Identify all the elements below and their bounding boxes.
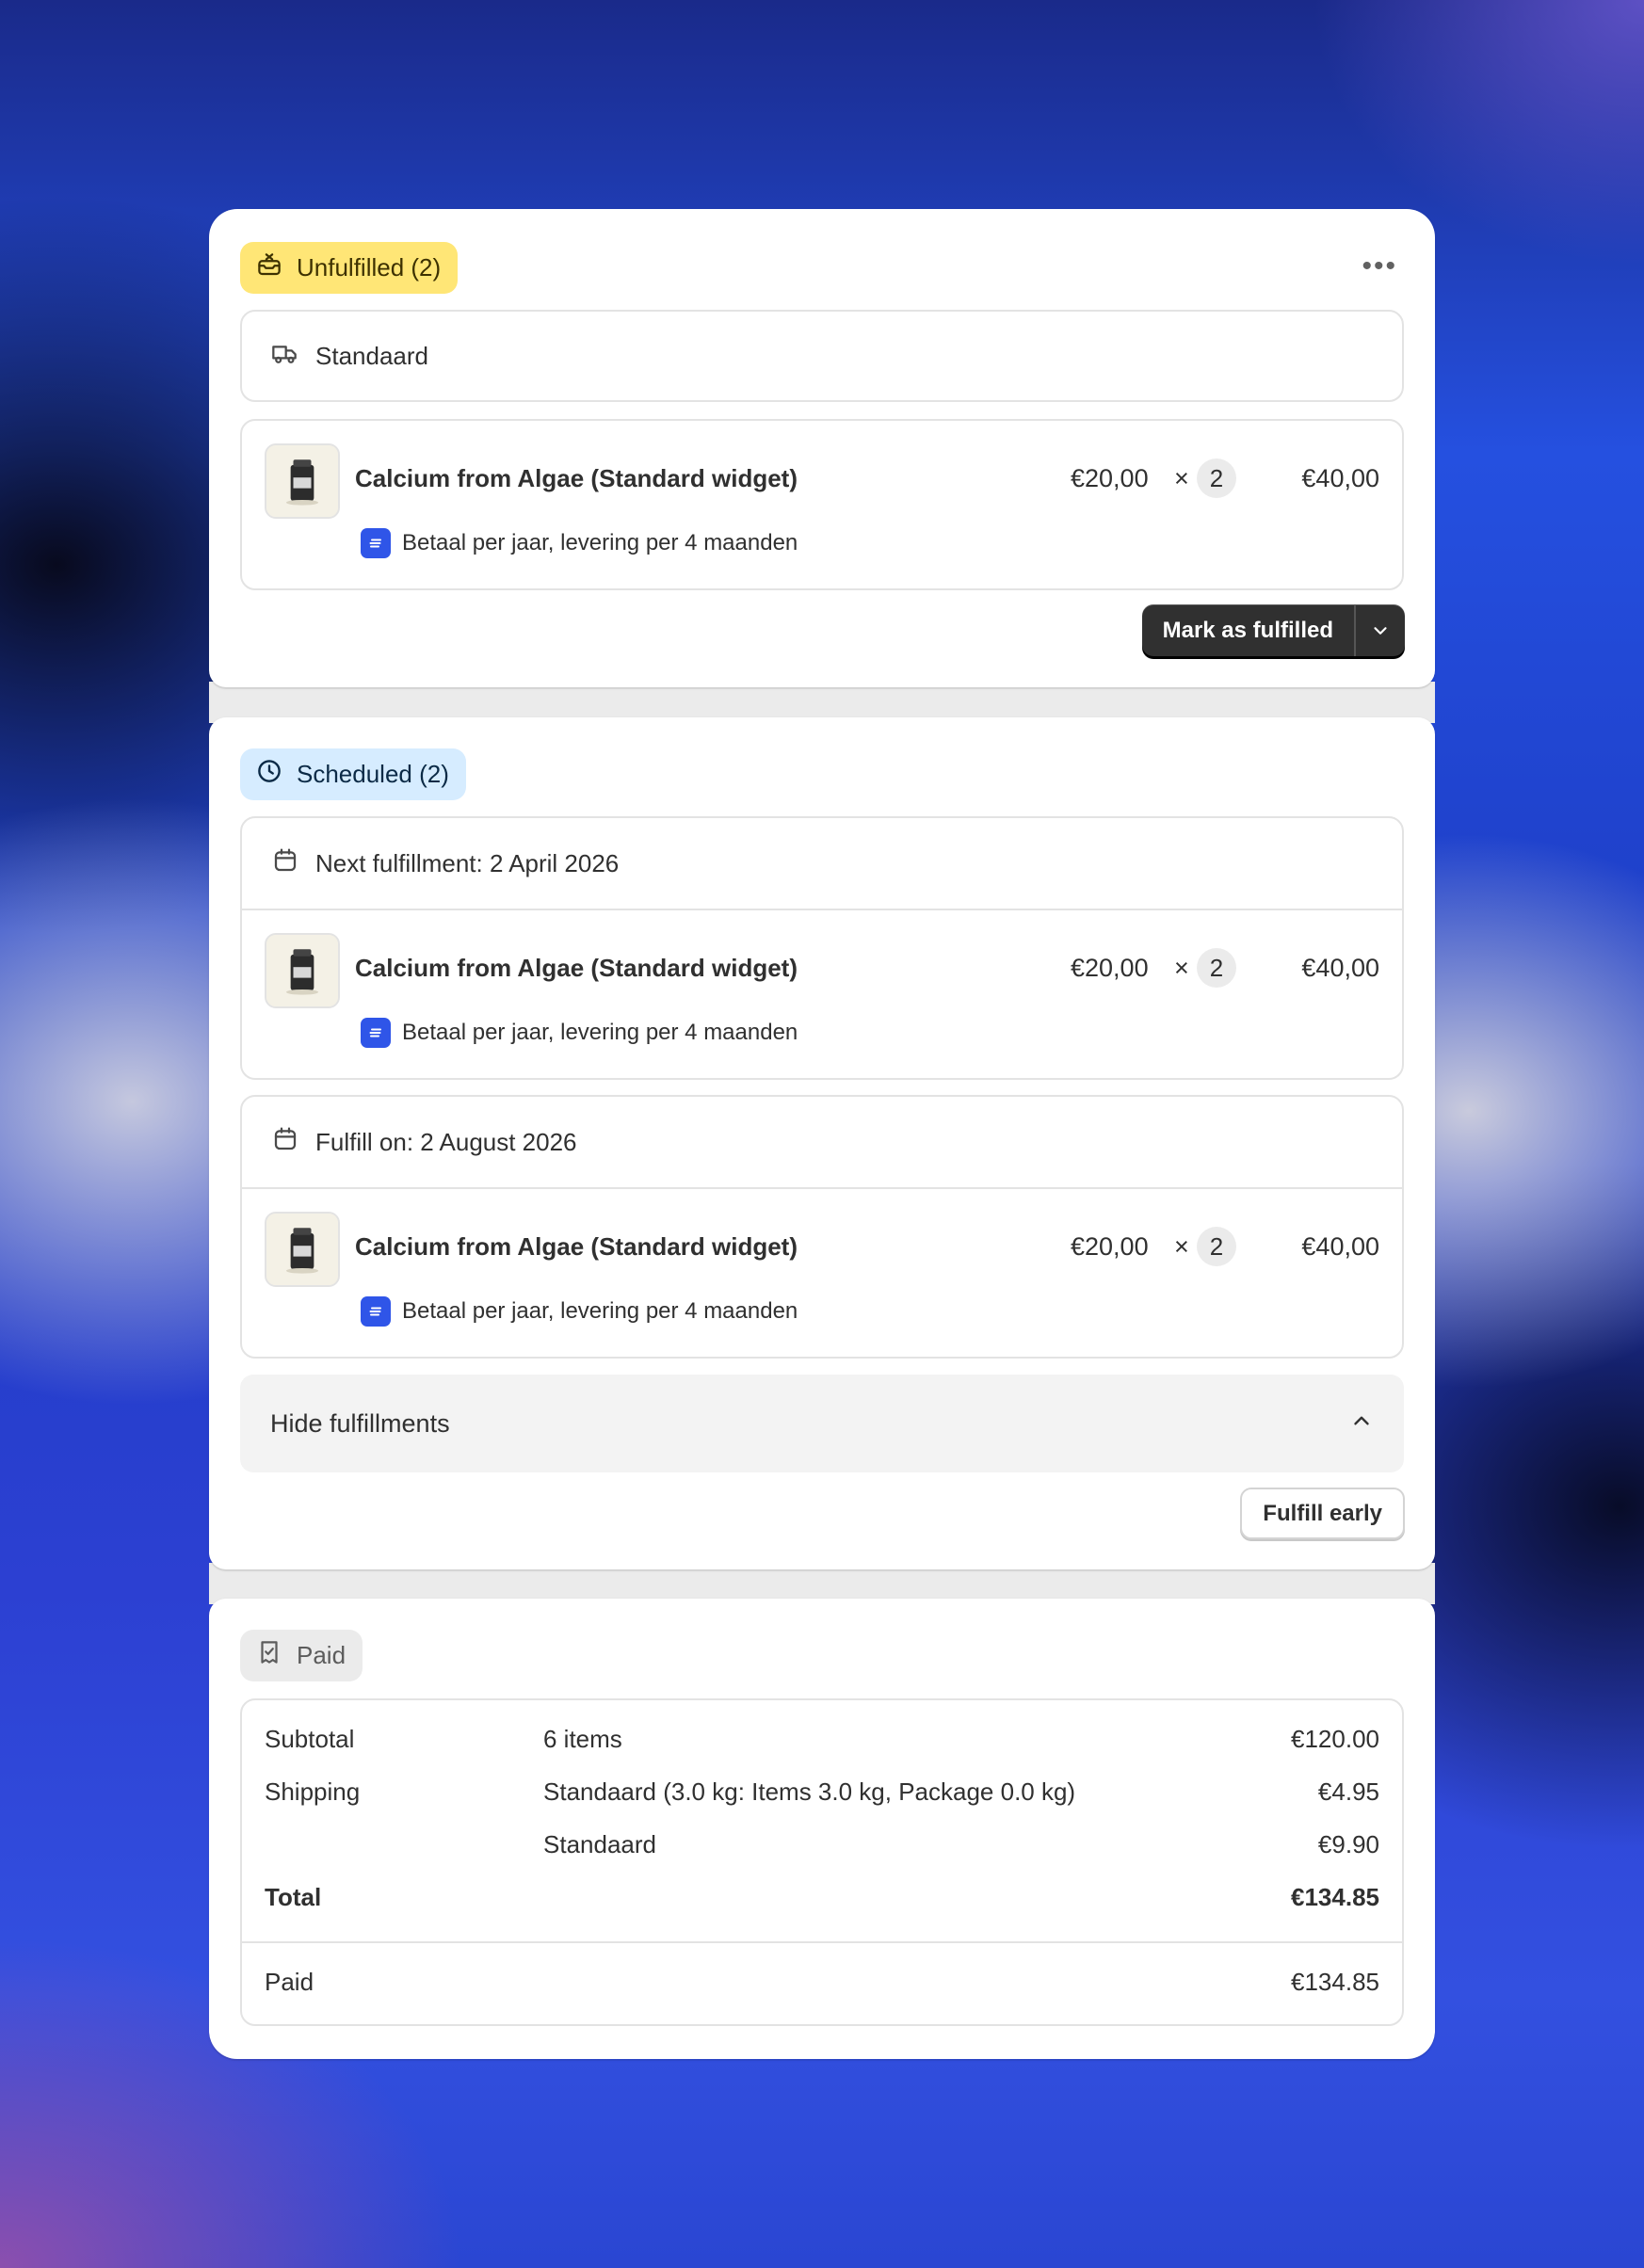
unfulfilled-badge: Unfulfilled (2) [240, 242, 459, 294]
subscription-app-icon [361, 1296, 391, 1327]
paid-badge-label: Paid [297, 1641, 347, 1669]
scheduled-section: Scheduled (2) Next fulfillment: 2 April … [209, 717, 1435, 1569]
product-title[interactable]: Calcium from Algae (Standard widget) [355, 1232, 798, 1262]
shipping-method-card: Standaard [240, 310, 1404, 402]
shipping-row: Shipping Standaard (3.0 kg: Items 3.0 kg… [242, 1777, 1402, 1815]
multiply-sign: × [1174, 954, 1189, 982]
selling-plan-label: Betaal per jaar, levering per 4 maanden [402, 1020, 798, 1045]
selling-plan: Betaal per jaar, levering per 4 maanden [361, 528, 798, 558]
package-x-icon [255, 250, 283, 285]
selling-plan-label: Betaal per jaar, levering per 4 maanden [402, 530, 798, 555]
product-title[interactable]: Calcium from Algae (Standard widget) [355, 464, 798, 493]
fulfillment-date-label: Next fulfillment: 2 April 2026 [315, 848, 620, 877]
shipping-detail: Standaard (3.0 kg: Items 3.0 kg, Package… [543, 1777, 1076, 1806]
shipping-detail: Standaard [543, 1830, 656, 1858]
unit-price: €20,00 [1071, 954, 1149, 982]
fulfillment-group: Next fulfillment: 2 April 2026 Calcium f… [240, 816, 1404, 1080]
truck-icon [270, 338, 300, 375]
multiply-sign: × [1174, 464, 1189, 492]
payment-summary-card: Subtotal 6 items €120.00 Shipping Standa… [240, 1698, 1404, 2026]
shipping-row: Standaard €9.90 [242, 1830, 1402, 1868]
total-label: Total [265, 1883, 322, 1911]
line-item: Calcium from Algae (Standard widget) €20… [242, 421, 1402, 588]
quantity-badge: 2 [1197, 948, 1236, 988]
product-thumbnail[interactable] [265, 443, 340, 519]
line-item: Calcium from Algae (Standard widget) €20… [242, 1189, 1402, 1357]
unfulfilled-badge-label: Unfulfilled (2) [297, 253, 442, 281]
hide-fulfillments-toggle[interactable]: Hide fulfillments [240, 1375, 1404, 1472]
scheduled-badge-label: Scheduled (2) [297, 760, 449, 788]
fulfillment-date-label: Fulfill on: 2 August 2026 [315, 1127, 577, 1156]
selling-plan: Betaal per jaar, levering per 4 maanden [361, 1296, 798, 1327]
subtotal-detail: 6 items [543, 1725, 622, 1753]
multiply-sign: × [1174, 1232, 1189, 1261]
selling-plan-label: Betaal per jaar, levering per 4 maanden [402, 1298, 798, 1324]
clock-icon [255, 757, 283, 792]
subscription-app-icon [361, 528, 391, 558]
receipt-check-icon [255, 1638, 283, 1673]
selling-plan: Betaal per jaar, levering per 4 maanden [361, 1018, 798, 1048]
summary-divider [242, 1941, 1402, 1943]
mark-fulfilled-split-button: Mark as fulfilled [1141, 604, 1405, 656]
product-thumbnail[interactable] [265, 1212, 340, 1287]
product-title[interactable]: Calcium from Algae (Standard widget) [355, 954, 798, 983]
total-row: Total €134.85 [242, 1883, 1402, 1921]
product-thumbnail[interactable] [265, 933, 340, 1008]
more-horizontal-icon[interactable]: ••• [1362, 252, 1397, 281]
calendar-icon [270, 845, 300, 882]
chevron-down-icon[interactable] [1356, 604, 1405, 656]
fulfill-early-button[interactable]: Fulfill early [1240, 1488, 1405, 1539]
mark-as-fulfilled-button[interactable]: Mark as fulfilled [1142, 604, 1354, 656]
paid-badge: Paid [240, 1630, 363, 1681]
fulfillment-group: Fulfill on: 2 August 2026 Calcium from A… [240, 1095, 1404, 1359]
payment-section: Paid Subtotal 6 items €120.00 Shipping S… [209, 1599, 1435, 2059]
scheduled-badge: Scheduled (2) [240, 748, 466, 800]
unit-price: €20,00 [1071, 464, 1149, 492]
shipping-amount: €4.95 [1317, 1777, 1379, 1806]
hide-fulfillments-label: Hide fulfillments [270, 1408, 450, 1438]
shipping-amount: €9.90 [1317, 1830, 1379, 1858]
subtotal-amount: €120.00 [1291, 1725, 1379, 1753]
paid-label: Paid [265, 1968, 314, 1996]
subtotal-label: Subtotal [265, 1725, 355, 1753]
quantity-badge: 2 [1197, 458, 1236, 498]
line-total: €40,00 [1301, 954, 1379, 982]
paid-amount: €134.85 [1291, 1968, 1379, 1996]
shipping-label: Shipping [265, 1777, 361, 1806]
line-total: €40,00 [1301, 464, 1379, 492]
chevron-up-icon [1349, 1408, 1374, 1440]
line-item-card: Calcium from Algae (Standard widget) €20… [240, 419, 1404, 590]
subtotal-row: Subtotal 6 items €120.00 [242, 1725, 1402, 1762]
line-item: Calcium from Algae (Standard widget) €20… [242, 910, 1402, 1078]
total-amount: €134.85 [1291, 1883, 1379, 1911]
shipping-method-label: Standaard [315, 341, 428, 370]
line-total: €40,00 [1301, 1232, 1379, 1261]
unfulfilled-section: Unfulfilled (2) ••• Standaard Calcium fr… [209, 209, 1435, 687]
unit-price: €20,00 [1071, 1232, 1149, 1261]
quantity-badge: 2 [1197, 1227, 1236, 1266]
paid-row: Paid €134.85 [242, 1968, 1402, 2005]
subscription-app-icon [361, 1018, 391, 1048]
calendar-icon [270, 1124, 300, 1161]
